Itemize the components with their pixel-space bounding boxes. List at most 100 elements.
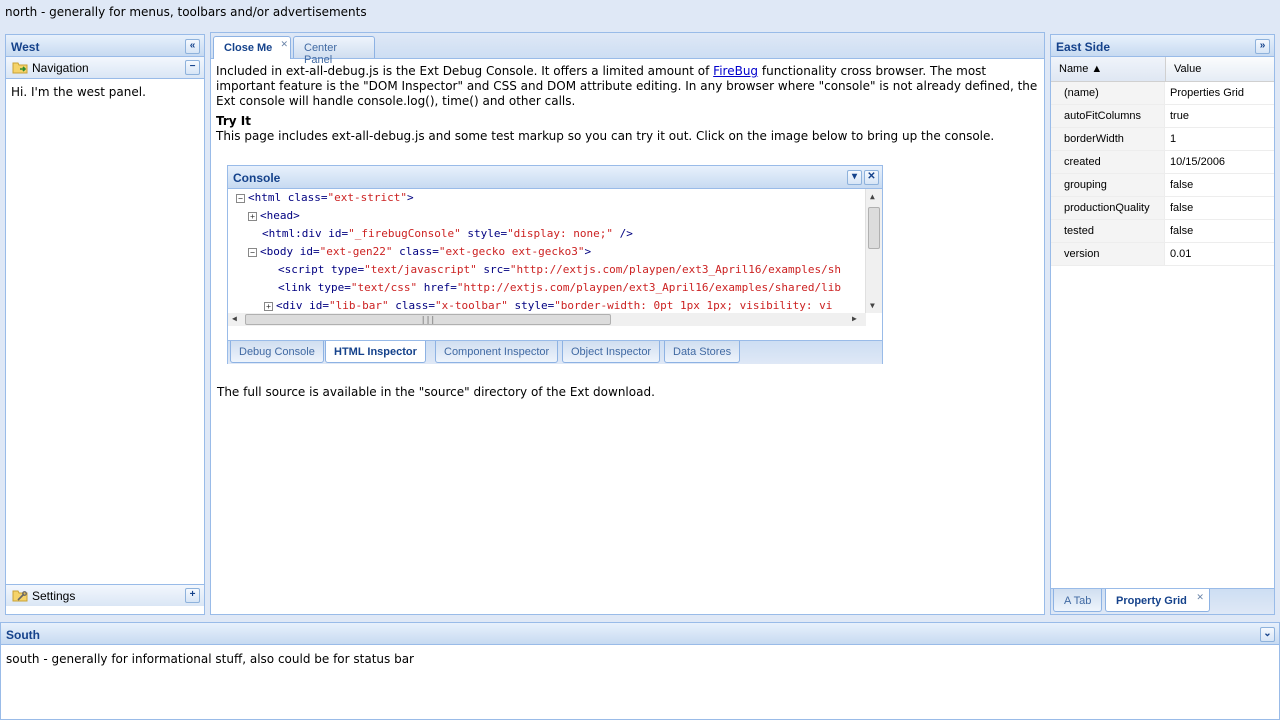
tag-end: /> xyxy=(613,227,633,240)
accordion-settings-header[interactable]: Settings + xyxy=(6,584,204,606)
attribute-value[interactable]: "ext-gen22" xyxy=(320,245,393,258)
attribute-value[interactable]: "ext-strict" xyxy=(327,191,406,204)
column-header-name[interactable]: Name ▲ xyxy=(1051,57,1166,81)
west-header: West « xyxy=(6,35,204,57)
scroll-down-icon[interactable]: ▼ xyxy=(870,301,875,310)
tab-html-inspector[interactable]: HTML Inspector xyxy=(325,341,426,363)
west-body: Hi. I'm the west panel. xyxy=(6,79,204,584)
tab-object-inspector[interactable]: Object Inspector xyxy=(562,341,661,363)
close-icon[interactable]: ✕ xyxy=(864,170,879,185)
scroll-thumb[interactable]: ||| xyxy=(245,314,611,325)
folder-go-icon xyxy=(12,62,28,74)
attribute-name: id= xyxy=(321,227,349,240)
scroll-right-icon[interactable]: ▶ xyxy=(852,314,857,323)
east-header: East Side » xyxy=(1051,35,1274,57)
double-right-chevron-icon[interactable]: » xyxy=(1255,39,1270,54)
tab-label: Component Inspector xyxy=(444,346,550,358)
try-it-heading: Try It xyxy=(216,114,251,128)
center-body: Included in ext-all-debug.js is the Ext … xyxy=(211,59,1044,149)
tab-label: HTML Inspector xyxy=(334,346,417,358)
close-icon[interactable]: ✕ xyxy=(280,39,288,50)
tag-name: <html xyxy=(248,191,282,204)
property-row[interactable]: version 0.01 xyxy=(1051,243,1274,266)
south-title: South xyxy=(6,628,40,642)
tag-end: > xyxy=(406,191,414,204)
property-row[interactable]: grouping false xyxy=(1051,174,1274,197)
chevron-down-icon[interactable]: ▾ xyxy=(847,170,862,185)
scroll-thumb[interactable] xyxy=(868,207,880,249)
accordion-navigation-header[interactable]: Navigation − xyxy=(6,57,204,79)
collapse-icon[interactable]: − xyxy=(248,247,257,257)
property-row[interactable]: borderWidth 1 xyxy=(1051,128,1274,151)
try-it-text: This page includes ext-all-debug.js and … xyxy=(216,129,995,143)
scroll-up-icon[interactable]: ▲ xyxy=(870,192,875,201)
attribute-name: style= xyxy=(460,227,508,240)
attribute-value[interactable]: "http://extjs.com/playpen/ext3_April16/e… xyxy=(510,263,841,276)
property-value-cell[interactable]: false xyxy=(1166,174,1276,196)
attribute-name: id= xyxy=(302,299,329,312)
dom-tree-node[interactable]: <link type="text/css" href="http://extjs… xyxy=(278,279,841,297)
tab-center-panel[interactable]: Center Panel xyxy=(293,36,375,66)
property-row[interactable]: (name) Properties Grid xyxy=(1051,82,1274,105)
property-value-cell[interactable]: 1 xyxy=(1166,128,1276,150)
attribute-value[interactable]: "display: none;" xyxy=(507,227,613,240)
attribute-name: style= xyxy=(507,299,555,312)
double-down-chevron-icon[interactable]: ⌄ xyxy=(1260,627,1275,642)
tab-debug-console[interactable]: Debug Console xyxy=(230,341,324,363)
attribute-value[interactable]: "ext-gecko ext-gecko3" xyxy=(439,245,585,258)
property-value-cell[interactable]: 10/15/2006 xyxy=(1166,151,1276,173)
tab-property-grid[interactable]: Property Grid ✕ xyxy=(1105,589,1210,612)
property-row[interactable]: productionQuality false xyxy=(1051,197,1274,220)
tab-label: Data Stores xyxy=(673,346,732,358)
property-value-cell[interactable]: Properties Grid xyxy=(1166,82,1276,104)
double-left-chevron-icon[interactable]: « xyxy=(185,39,200,54)
attribute-value[interactable]: "x-toolbar" xyxy=(435,299,508,312)
south-panel: South ⌄ south - generally for informatio… xyxy=(0,622,1280,720)
property-row[interactable]: tested false xyxy=(1051,220,1274,243)
dom-tree-node[interactable]: + <head> xyxy=(248,207,300,225)
expand-icon[interactable]: + xyxy=(185,588,200,603)
attribute-value[interactable]: "http://extjs.com/playpen/ext3_April16/e… xyxy=(457,281,841,294)
scroll-left-icon[interactable]: ◀ xyxy=(232,314,237,323)
tab-a-tab[interactable]: A Tab xyxy=(1053,589,1103,612)
vertical-scrollbar[interactable]: ▲ ▼ xyxy=(865,189,882,313)
attribute-value[interactable]: "_firebugConsole" xyxy=(348,227,461,240)
column-header-value[interactable]: Value xyxy=(1166,57,1276,81)
dom-tree-node[interactable]: − <html class="ext-strict"> xyxy=(236,189,414,207)
attribute-value[interactable]: "text/javascript" xyxy=(364,263,477,276)
tab-data-stores[interactable]: Data Stores xyxy=(664,341,741,363)
collapse-icon[interactable]: − xyxy=(236,193,245,203)
west-panel: West « Navigation − Hi. I'm the west pan… xyxy=(5,34,205,615)
attribute-name: type= xyxy=(311,281,351,294)
tag-name: <head> xyxy=(260,209,300,222)
property-name-cell: (name) xyxy=(1051,82,1165,104)
attribute-value[interactable]: "text/css" xyxy=(351,281,417,294)
dom-tree-node[interactable]: <html:div id="_firebugConsole" style="di… xyxy=(262,225,633,243)
tag-name: <link xyxy=(278,281,312,294)
expand-icon[interactable]: + xyxy=(248,211,257,221)
property-value-cell[interactable]: 0.01 xyxy=(1166,243,1276,265)
expand-icon[interactable]: + xyxy=(264,301,273,311)
intro-text: Included in ext-all-debug.js is the Ext … xyxy=(216,64,714,78)
horizontal-scrollbar[interactable]: ◀ ||| ▶ xyxy=(228,313,866,326)
property-value-cell[interactable]: false xyxy=(1166,220,1276,242)
dom-tree-node[interactable]: <script type="text/javascript" src="http… xyxy=(278,261,841,279)
attribute-value[interactable]: "border-width: 0pt 1px 1px; visibility: … xyxy=(554,299,832,312)
collapse-icon[interactable]: − xyxy=(185,60,200,75)
property-row[interactable]: autoFitColumns true xyxy=(1051,105,1274,128)
close-icon[interactable]: ✕ xyxy=(1196,592,1204,603)
tab-label: Center Panel xyxy=(304,42,338,66)
tab-label: Object Inspector xyxy=(571,346,652,358)
property-value-cell[interactable]: false xyxy=(1166,197,1276,219)
attribute-name: type= xyxy=(324,263,365,276)
property-row[interactable]: created 10/15/2006 xyxy=(1051,151,1274,174)
tab-close-me[interactable]: Close Me ✕ xyxy=(213,36,291,59)
property-value-cell[interactable]: true xyxy=(1166,105,1276,127)
dom-tree-node[interactable]: − <body id="ext-gen22" class="ext-gecko e… xyxy=(248,243,591,261)
attribute-value[interactable]: "lib-bar" xyxy=(329,299,389,312)
tab-label: Property Grid xyxy=(1116,595,1187,607)
tab-component-inspector[interactable]: Component Inspector xyxy=(435,341,559,363)
tab-label: A Tab xyxy=(1064,595,1092,607)
firebug-link[interactable]: FireBug xyxy=(713,64,758,78)
debug-console-image[interactable]: Console ▾ ✕ + <div id="lib-bar" class="x-… xyxy=(227,165,883,364)
